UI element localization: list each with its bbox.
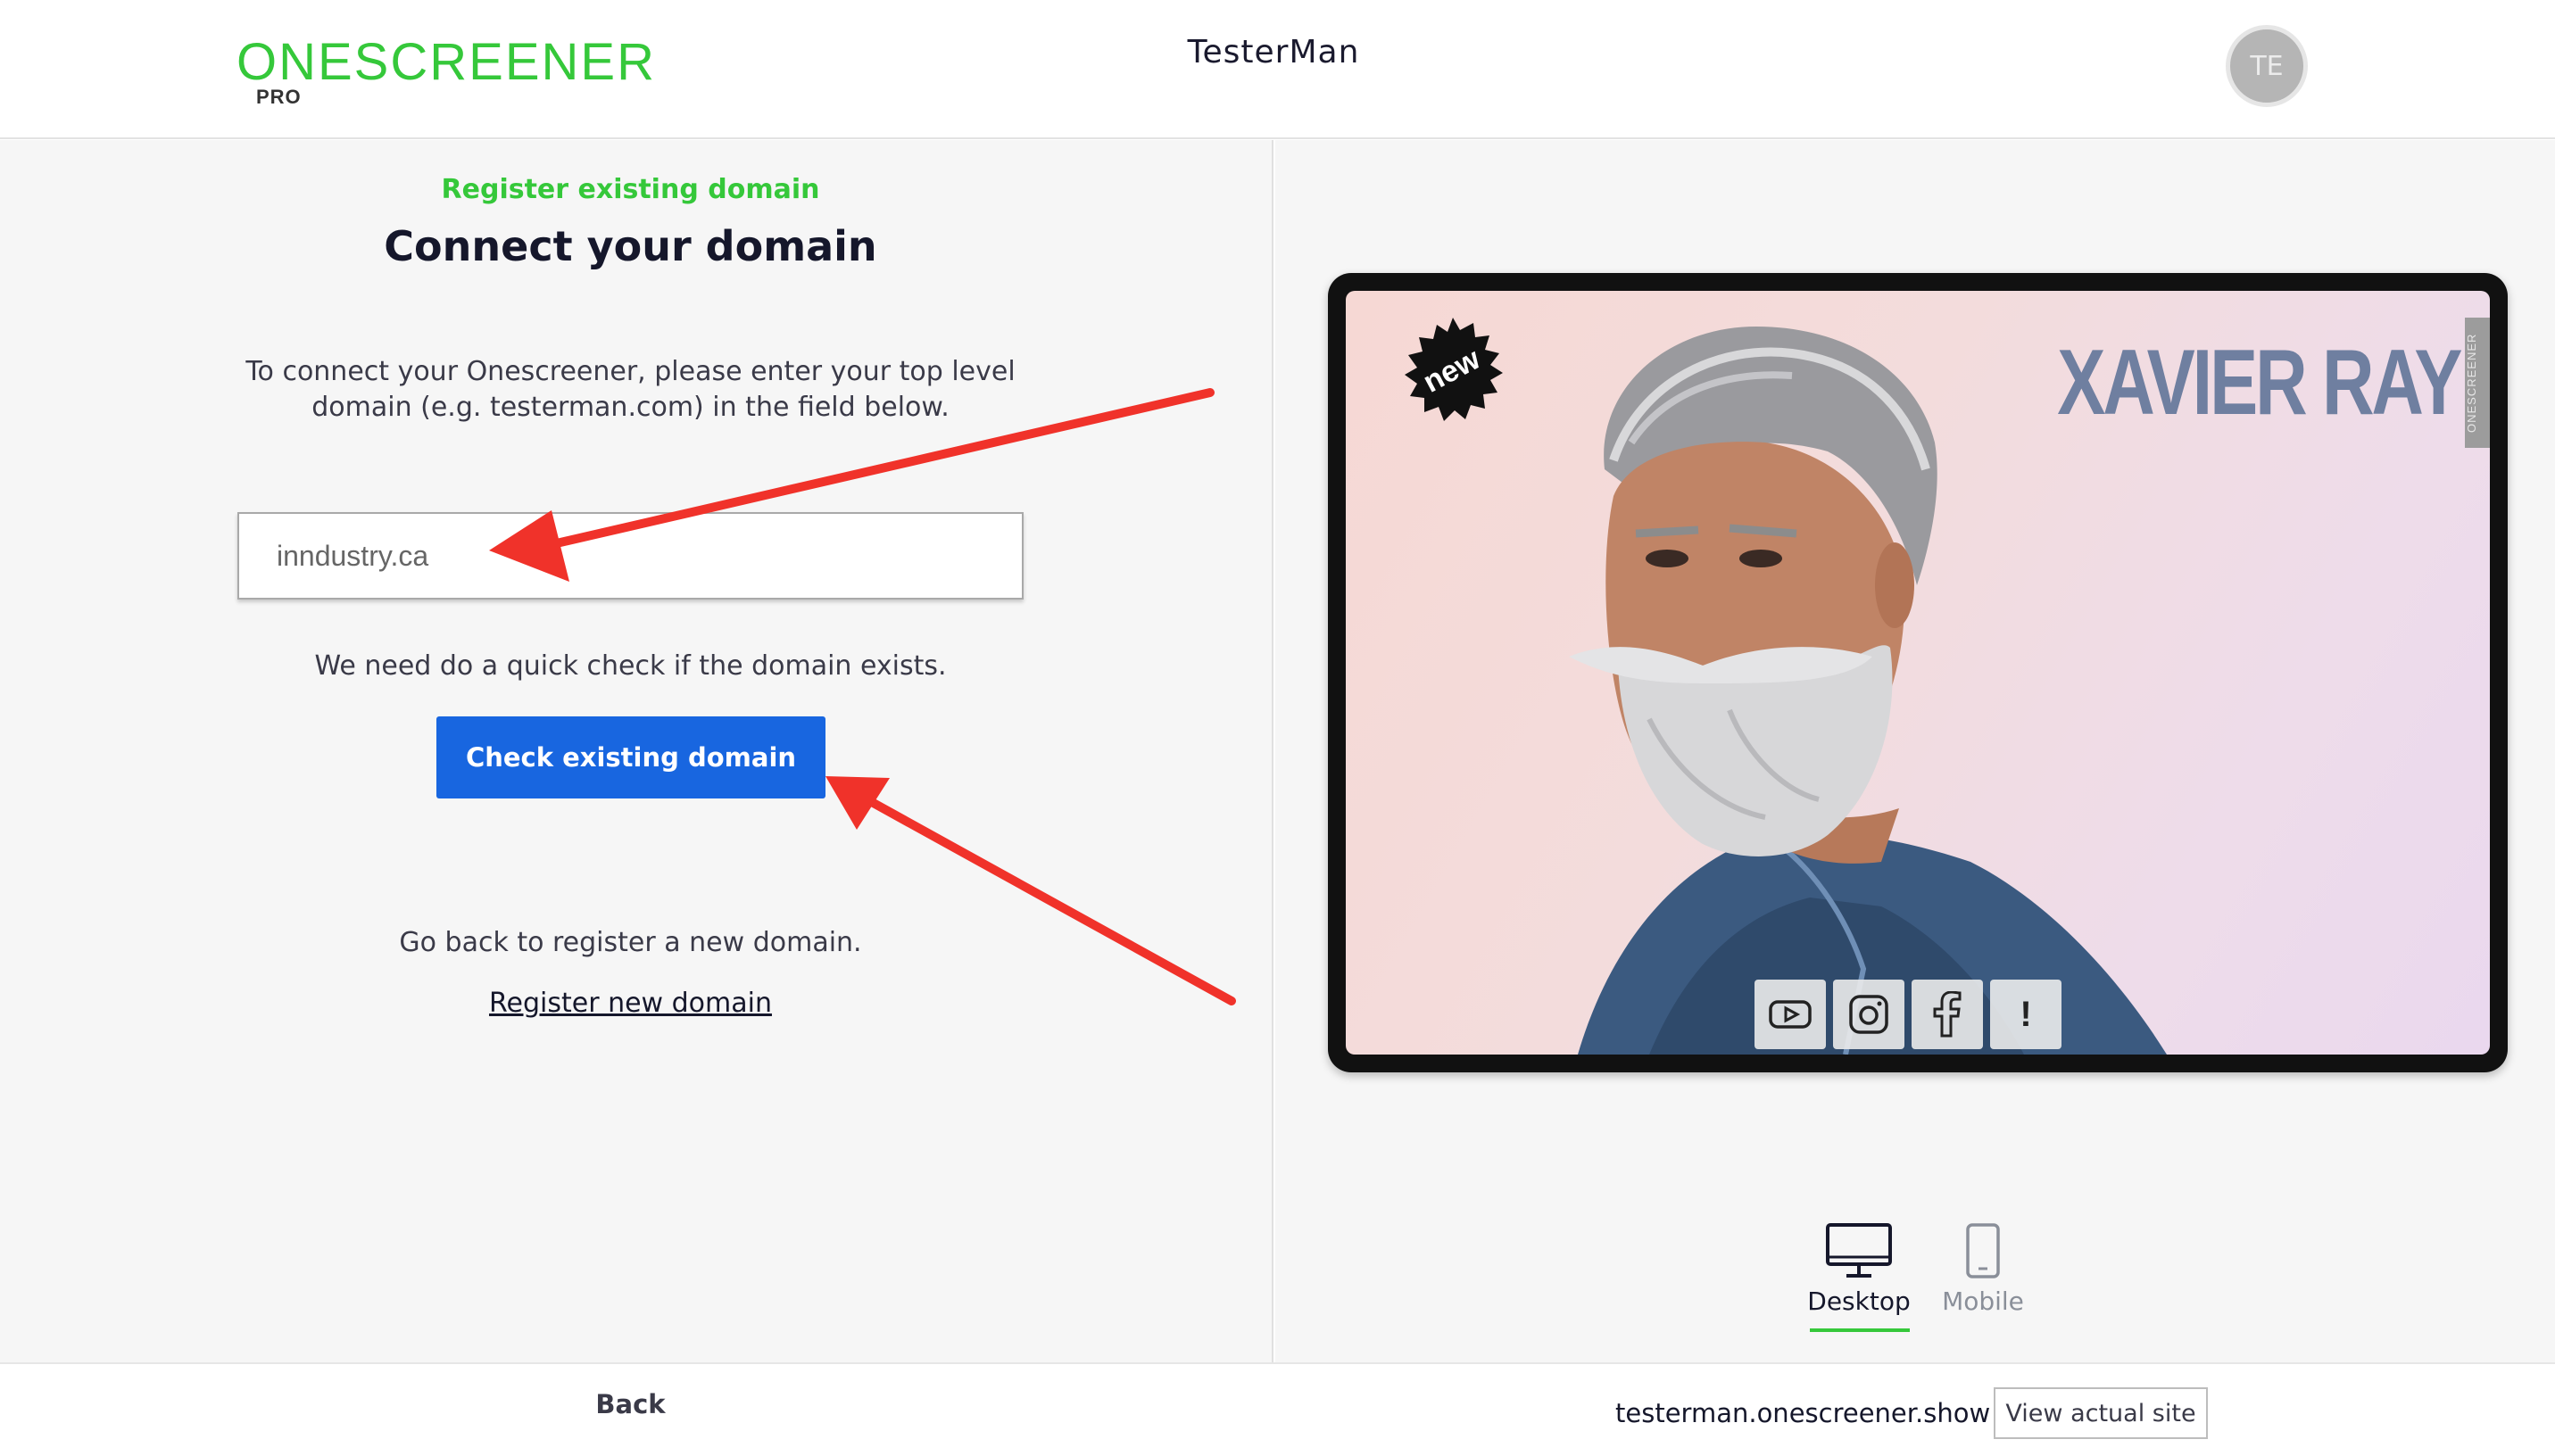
preview-screen: new XAVIER RAY ONESCREENER !: [1346, 291, 2490, 1055]
mobile-view-toggle[interactable]: Mobile: [1933, 1222, 2033, 1316]
exclamation-icon[interactable]: !: [1990, 980, 2061, 1049]
onescreener-vertical-tag: ONESCREENER: [2465, 318, 2490, 448]
domain-input[interactable]: [237, 512, 1024, 600]
logo-text: ONESCREENER: [236, 33, 656, 91]
top-header: ONESCREENER PRO TesterMan TE: [0, 0, 2555, 139]
page-title: Connect your domain: [384, 222, 877, 270]
register-new-domain-link[interactable]: Register new domain: [0, 988, 1261, 1019]
connect-domain-panel: Register existing domain Connect your do…: [0, 140, 1273, 1362]
user-avatar[interactable]: TE: [2226, 25, 2308, 107]
active-view-indicator: [1810, 1328, 1910, 1332]
go-back-text: Go back to register a new domain.: [399, 927, 862, 958]
mobile-label: Mobile: [1942, 1286, 2024, 1316]
instructions-text: To connect your Onescreener, please ente…: [245, 356, 1016, 423]
mobile-phone-icon: [1966, 1223, 2000, 1278]
youtube-icon[interactable]: [1754, 980, 1826, 1049]
instagram-icon[interactable]: [1833, 980, 1904, 1049]
bottom-bar: Back testerman.onescreener.show View act…: [0, 1362, 2555, 1456]
social-icons-row: !: [1754, 980, 2061, 1049]
desktop-monitor-icon: [1826, 1223, 1892, 1278]
logo-pro-label: PRO: [256, 86, 302, 108]
check-description: We need do a quick check if the domain e…: [314, 650, 947, 682]
desktop-preview-frame: new XAVIER RAY ONESCREENER !: [1328, 273, 2508, 1072]
back-button[interactable]: Back: [571, 1389, 690, 1419]
onescreener-logo[interactable]: ONESCREENER PRO: [236, 33, 656, 109]
panel-subtitle: Register existing domain: [441, 174, 820, 205]
site-url-text: testerman.onescreener.show: [1615, 1398, 1991, 1428]
facebook-icon[interactable]: [1912, 980, 1983, 1049]
artist-name: XAVIER RAY: [2056, 331, 2462, 434]
desktop-label: Desktop: [1807, 1286, 1911, 1316]
desktop-view-toggle[interactable]: Desktop: [1807, 1222, 1911, 1316]
new-badge: new: [1405, 318, 1503, 421]
check-existing-domain-button[interactable]: Check existing domain: [436, 716, 825, 798]
site-title: TesterMan: [1187, 34, 1360, 70]
view-actual-site-button[interactable]: View actual site: [1994, 1387, 2208, 1439]
